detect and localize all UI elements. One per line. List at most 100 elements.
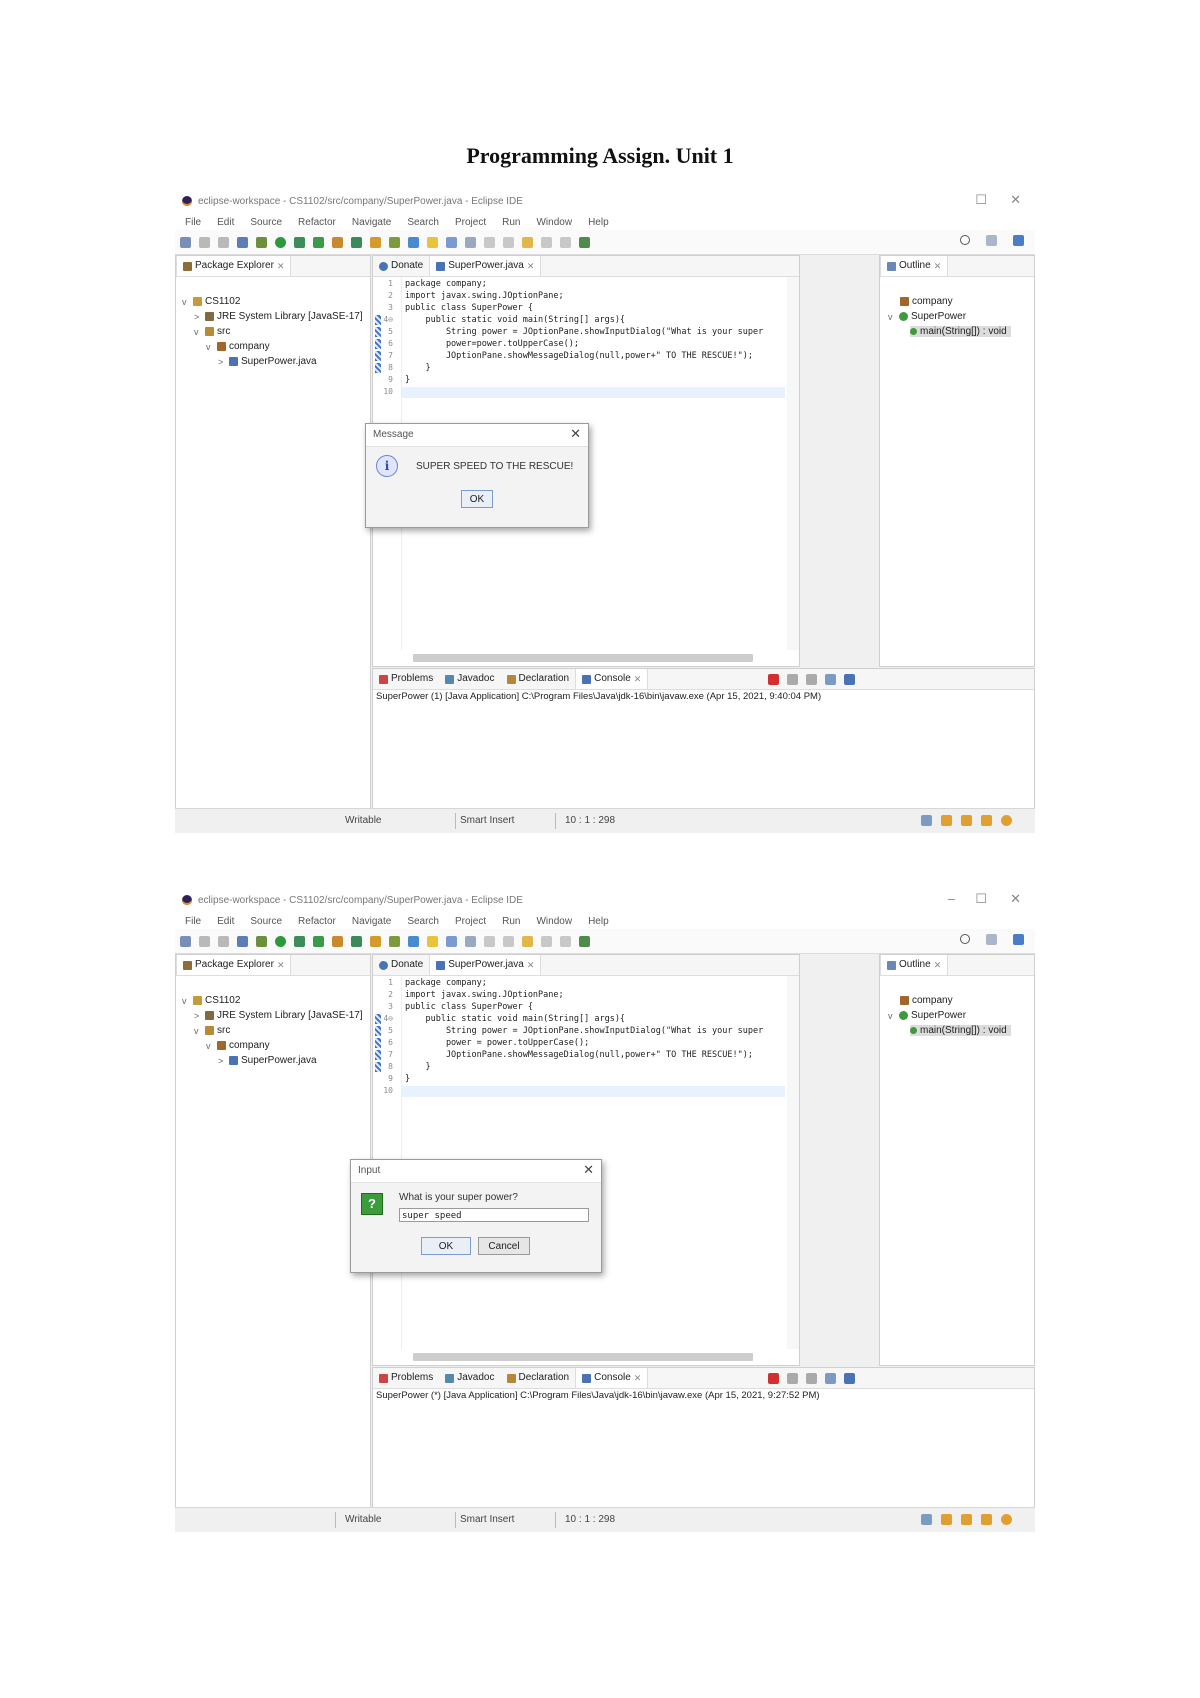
menu-project[interactable]: Project: [455, 916, 486, 927]
chevron-right-icon[interactable]: >: [218, 1056, 226, 1066]
new-class-icon[interactable]: [370, 935, 381, 947]
terminal-icon[interactable]: [237, 935, 248, 947]
open-perspective-icon[interactable]: [986, 235, 997, 246]
notification-icon[interactable]: [921, 815, 932, 826]
code-line[interactable]: public static void main(String[] args){: [405, 315, 625, 325]
close-icon[interactable]: ✕: [583, 1162, 594, 1178]
tab-declaration[interactable]: Declaration: [501, 1368, 576, 1388]
forward-icon[interactable]: [560, 935, 571, 947]
terminate-icon[interactable]: [768, 1372, 780, 1384]
tab-problems[interactable]: Problems: [373, 669, 439, 689]
new-icon[interactable]: [180, 935, 191, 947]
save-all-icon[interactable]: [218, 935, 229, 947]
ok-button[interactable]: OK: [421, 1237, 471, 1255]
terminate-icon[interactable]: [768, 673, 780, 685]
close-icon[interactable]: ✕: [527, 955, 535, 975]
tab-console[interactable]: Console ✕: [575, 1368, 649, 1388]
save-all-icon[interactable]: [218, 236, 229, 248]
vertical-scrollbar[interactable]: [787, 976, 799, 1349]
code-line[interactable]: package company;: [405, 978, 487, 988]
code-line[interactable]: JOptionPane.showMessageDialog(null,power…: [405, 351, 753, 361]
vertical-scrollbar[interactable]: [787, 277, 799, 650]
menu-window[interactable]: Window: [536, 916, 572, 927]
close-icon[interactable]: ✕: [934, 256, 942, 276]
new-java-project-icon[interactable]: [332, 935, 343, 947]
last-edit-icon[interactable]: [522, 935, 533, 947]
outline-item-main[interactable]: main(String[]) : void: [910, 326, 1011, 337]
close-icon[interactable]: ✕: [277, 256, 285, 276]
search-toolbar-icon[interactable]: [408, 935, 419, 947]
chevron-down-icon[interactable]: v: [206, 342, 214, 352]
run-icon[interactable]: [275, 935, 286, 947]
tree-item-superpower-java[interactable]: > SuperPower.java: [218, 356, 317, 367]
menu-search[interactable]: Search: [407, 217, 439, 228]
outline-item-class[interactable]: v SuperPower: [888, 311, 966, 322]
tree-item-company[interactable]: v company: [206, 341, 270, 352]
menu-navigate[interactable]: Navigate: [352, 217, 391, 228]
coverage-icon[interactable]: [294, 935, 305, 947]
code-line[interactable]: }: [405, 1074, 410, 1084]
tree-item-superpower-java[interactable]: > SuperPower.java: [218, 1055, 317, 1066]
menu-file[interactable]: File: [185, 916, 201, 927]
code-line[interactable]: String power = JOptionPane.showInputDial…: [405, 327, 763, 337]
menu-refactor[interactable]: Refactor: [298, 217, 336, 228]
tab-problems[interactable]: Problems: [373, 1368, 439, 1388]
tab-donate[interactable]: Donate: [373, 256, 429, 276]
terminal-icon[interactable]: [237, 236, 248, 248]
menu-project[interactable]: Project: [455, 217, 486, 228]
tab-outline[interactable]: Outline ✕: [880, 256, 949, 276]
code-line[interactable]: import javax.swing.JOptionPane;: [405, 291, 564, 301]
pin-editor-icon[interactable]: [579, 236, 590, 248]
tab-superpower-java[interactable]: SuperPower.java ✕: [429, 955, 542, 975]
external-tools-icon[interactable]: [313, 236, 324, 248]
cancel-button[interactable]: Cancel: [478, 1237, 530, 1255]
chevron-down-icon[interactable]: v: [194, 327, 202, 337]
java-perspective-icon[interactable]: [1013, 934, 1024, 945]
new-class-icon[interactable]: [370, 236, 381, 248]
new-java-project-icon[interactable]: [332, 236, 343, 248]
debug-icon[interactable]: [256, 236, 267, 248]
code-line[interactable]: public class SuperPower {: [405, 303, 533, 313]
save-icon[interactable]: [199, 935, 210, 947]
menu-run[interactable]: Run: [502, 217, 520, 228]
chevron-down-icon[interactable]: v: [888, 1011, 896, 1021]
back-icon[interactable]: [541, 935, 552, 947]
scroll-lock-icon[interactable]: [825, 1372, 837, 1384]
code-line[interactable]: power = power.toUpperCase();: [405, 1038, 589, 1048]
pencil-icon[interactable]: [981, 815, 992, 826]
show-whitespace-icon[interactable]: [465, 236, 476, 248]
search-icon[interactable]: [960, 235, 970, 245]
open-type-icon[interactable]: [389, 236, 400, 248]
menu-refactor[interactable]: Refactor: [298, 916, 336, 927]
outline-item-main[interactable]: main(String[]) : void: [910, 1025, 1011, 1036]
forward-icon[interactable]: [560, 236, 571, 248]
next-annotation-icon[interactable]: [484, 236, 495, 248]
lightbulb-icon[interactable]: [1001, 815, 1012, 826]
tab-superpower-java[interactable]: SuperPower.java ✕: [429, 256, 542, 276]
new-icon[interactable]: [180, 236, 191, 248]
toggle-block-icon[interactable]: [446, 935, 457, 947]
code-line[interactable]: power=power.toUpperCase();: [405, 339, 579, 349]
tab-package-explorer[interactable]: Package Explorer ✕: [176, 256, 292, 276]
next-annotation-icon[interactable]: [484, 935, 495, 947]
super-power-input[interactable]: super speed: [399, 1208, 589, 1222]
show-whitespace-icon[interactable]: [465, 935, 476, 947]
chevron-right-icon[interactable]: >: [194, 1011, 202, 1021]
code-line[interactable]: }: [405, 363, 430, 373]
marketplace-icon[interactable]: [961, 815, 972, 826]
close-icon[interactable]: ✕: [1010, 891, 1021, 907]
close-icon[interactable]: ✕: [634, 1368, 642, 1388]
notification-icon[interactable]: [921, 1514, 932, 1525]
mark-occurrences-icon[interactable]: [427, 935, 438, 947]
tab-package-explorer[interactable]: Package Explorer ✕: [176, 955, 292, 975]
marketplace-icon[interactable]: [961, 1514, 972, 1525]
menu-help[interactable]: Help: [588, 217, 609, 228]
pin-editor-icon[interactable]: [579, 935, 590, 947]
tab-outline[interactable]: Outline ✕: [880, 955, 949, 975]
menu-window[interactable]: Window: [536, 217, 572, 228]
tip-icon[interactable]: [941, 815, 952, 826]
menu-edit[interactable]: Edit: [217, 217, 234, 228]
tip-icon[interactable]: [941, 1514, 952, 1525]
previous-annotation-icon[interactable]: [503, 236, 514, 248]
chevron-down-icon[interactable]: v: [888, 312, 896, 322]
